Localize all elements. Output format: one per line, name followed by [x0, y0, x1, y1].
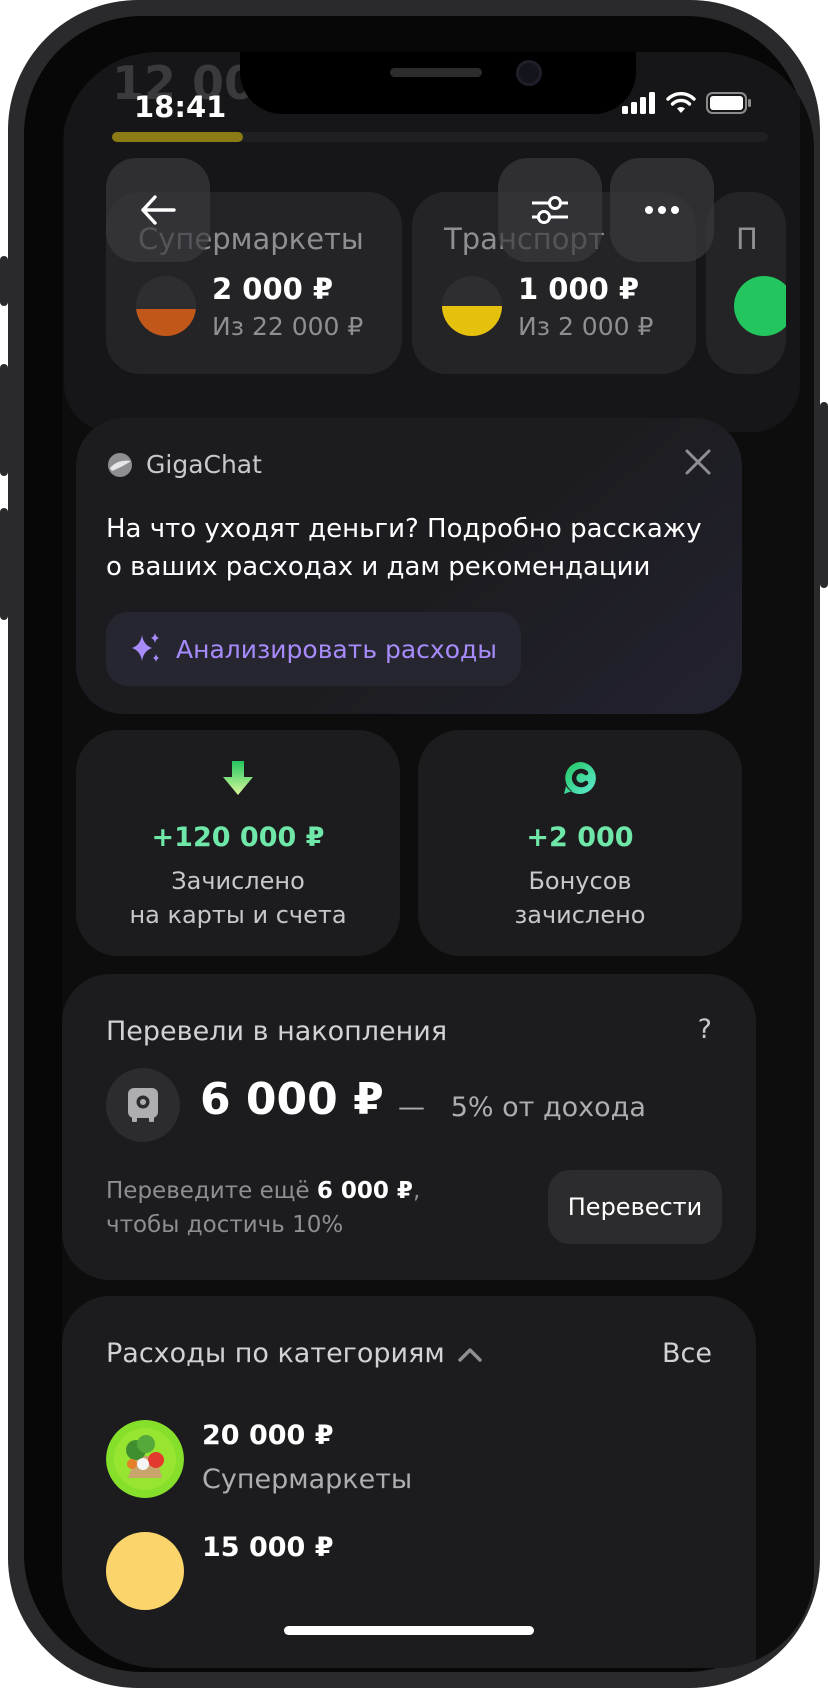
- savings-help-button[interactable]: ?: [698, 1014, 712, 1045]
- credited-label-line2: на карты и счета: [129, 901, 347, 929]
- bonuses-amount: +2 000: [526, 822, 634, 853]
- more-button[interactable]: [610, 158, 714, 262]
- budget-card-partial[interactable]: П: [706, 192, 786, 374]
- bonuses-label-line2: зачислено: [514, 901, 646, 929]
- credited-amount: +120 000 ₽: [151, 822, 325, 853]
- status-icons: [622, 92, 752, 114]
- chevron-up-icon: [457, 1347, 482, 1362]
- status-time: 18:41: [134, 90, 227, 124]
- savings-hint-prefix: Переведите ещё: [106, 1178, 310, 1204]
- analyze-expenses-button[interactable]: Анализировать расходы: [106, 612, 522, 686]
- close-button[interactable]: [684, 448, 712, 480]
- savings-amount: 6 000 ₽: [200, 1074, 384, 1125]
- arrow-down-icon: [223, 761, 253, 795]
- savings-percent-text: 5% от дохода: [450, 1092, 646, 1123]
- transfer-button[interactable]: Перевести: [548, 1170, 722, 1244]
- budget-card-limit: Из 2 000 ₽: [518, 312, 654, 341]
- battery-icon: [706, 92, 751, 114]
- savings-hint: Переведите ещё 6 000 ₽, чтобы достичь 10…: [106, 1174, 506, 1242]
- savings-percent: — 5% от дохода: [398, 1092, 646, 1123]
- categories-card: Расходы по категориям Все 20 000 ₽ Супер…: [62, 1296, 756, 1668]
- savings-hint-amount: 6 000 ₽: [316, 1178, 413, 1204]
- home-indicator[interactable]: [284, 1626, 534, 1635]
- sparkle-icon: [132, 633, 159, 662]
- signal-icon: [622, 92, 655, 114]
- gigachat-name: GigaChat: [146, 450, 262, 479]
- budget-card-title: П: [736, 222, 758, 256]
- budget-card-amount: 1 000 ₽: [518, 272, 640, 306]
- gigachat-card: GigaChat На что уходят деньги? Подробно …: [76, 418, 742, 714]
- savings-hint-line2: чтобы достичь 10%: [106, 1212, 344, 1238]
- categories-all-link[interactable]: Все: [662, 1338, 712, 1369]
- bonuses-tile[interactable]: +2 000 Бонусов зачислено: [418, 730, 742, 956]
- speaker: [390, 68, 482, 77]
- volume-up-button: [0, 364, 8, 476]
- budget-fill-circle: [136, 276, 196, 336]
- category-avatar-icon: [106, 1532, 184, 1610]
- gigachat-message: На что уходят деньги? Подробно расскажу …: [106, 514, 702, 582]
- savings-icon-wrap: [106, 1068, 180, 1142]
- safe-icon: [128, 1088, 158, 1122]
- power-button: [820, 402, 828, 588]
- close-icon: [685, 449, 711, 475]
- savings-card: Перевели в накопления ? 6 000 ₽ — 5% от …: [62, 974, 756, 1280]
- mute-switch: [0, 256, 8, 306]
- gigachat-logo-icon: [108, 452, 132, 477]
- front-camera: [516, 60, 542, 86]
- filter-button[interactable]: [498, 158, 602, 262]
- category-amount: 15 000 ₽: [202, 1532, 334, 1563]
- back-button[interactable]: [106, 158, 210, 262]
- supermarket-avatar-icon: [106, 1420, 184, 1498]
- budget-fill-circle: [734, 276, 786, 336]
- more-dots-icon: [645, 206, 679, 214]
- category-amount: 20 000 ₽: [202, 1420, 334, 1451]
- budget-progress-bar: [112, 132, 768, 142]
- budget-card-amount: 2 000 ₽: [212, 272, 334, 306]
- volume-down-button: [0, 508, 8, 620]
- bonuses-label-line1: Бонусов: [528, 867, 632, 895]
- notch: [240, 52, 636, 114]
- budget-progress-fill: [112, 132, 244, 142]
- gigachat-header: GigaChat: [106, 450, 262, 479]
- credited-label-line1: Зачислено: [171, 867, 305, 895]
- bonus-spasibo-icon: [564, 762, 596, 794]
- categories-title: Расходы по категориям: [106, 1338, 445, 1369]
- wifi-icon: [666, 92, 696, 113]
- phone-bezel: 12 000 Супермаркеты 2 000 ₽ Из 22 000 ₽ …: [24, 16, 814, 1672]
- budget-fill-circle: [442, 276, 502, 336]
- sliders-icon: [532, 196, 568, 224]
- arrow-left-icon: [141, 195, 176, 225]
- categories-header[interactable]: Расходы по категориям: [106, 1338, 483, 1369]
- category-name: Супермаркеты: [202, 1464, 413, 1495]
- credited-tile[interactable]: +120 000 ₽ Зачислено на карты и счета: [76, 730, 400, 956]
- phone-frame: 12 000 Супермаркеты 2 000 ₽ Из 22 000 ₽ …: [0, 0, 828, 1688]
- analyze-expenses-label: Анализировать расходы: [176, 634, 498, 664]
- budget-card-limit: Из 22 000 ₽: [212, 312, 364, 341]
- savings-separator: —: [398, 1092, 425, 1123]
- savings-title: Перевели в накопления: [106, 1016, 448, 1047]
- screen: 12 000 Супермаркеты 2 000 ₽ Из 22 000 ₽ …: [62, 52, 814, 1668]
- savings-hint-suffix: ,: [412, 1178, 421, 1204]
